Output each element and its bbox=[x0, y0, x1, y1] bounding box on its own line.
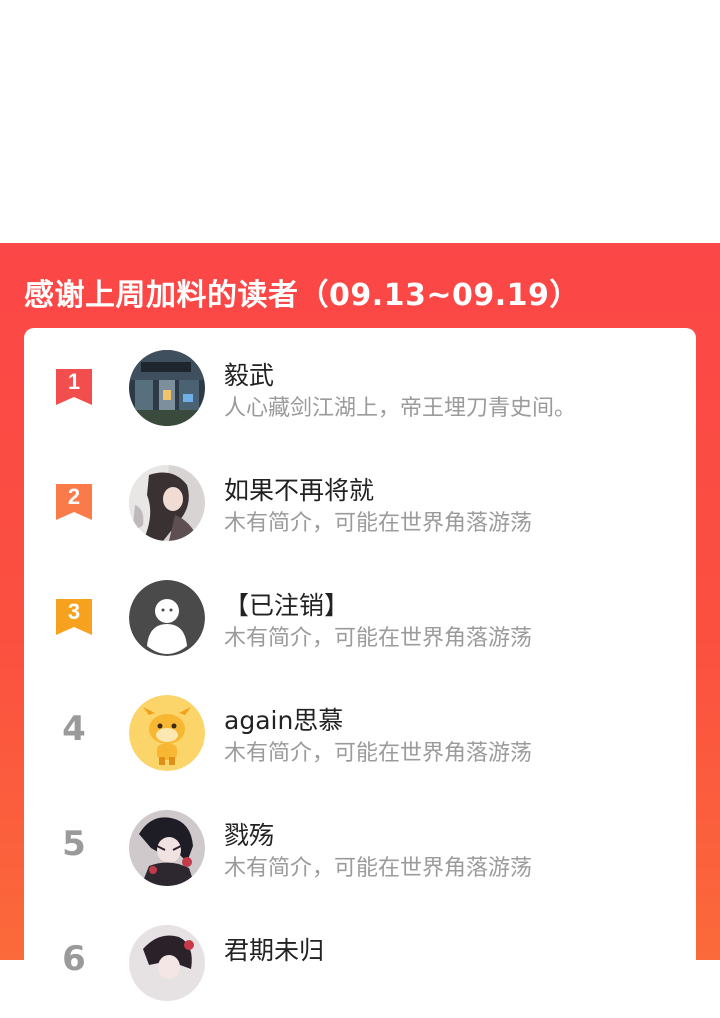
anime-figure-avatar[interactable] bbox=[129, 465, 205, 541]
reader-bio: 木有简介，可能在世界角落游荡 bbox=[224, 626, 533, 651]
rank-number-4: 4 bbox=[62, 709, 86, 749]
rank-badge-2: 2 bbox=[54, 482, 94, 522]
rank-badge-1: 1 bbox=[54, 367, 94, 407]
reader-name[interactable]: again思慕 bbox=[224, 701, 343, 737]
list-item[interactable]: 5 戮殇 木有简介，可能在世界角落游荡 bbox=[24, 788, 696, 903]
list-item[interactable]: 3 【已注销】 木有简介，可能在世界角落游荡 bbox=[24, 558, 696, 673]
rank-number-5: 5 bbox=[62, 824, 86, 864]
reader-name[interactable]: 毅武 bbox=[224, 356, 274, 392]
svg-text:1: 1 bbox=[68, 369, 80, 394]
reader-name[interactable]: 君期未归 bbox=[224, 931, 324, 967]
list-item[interactable]: 4 again思慕 木有简介，可能在世界角落游荡 bbox=[24, 673, 696, 788]
top-blank-area bbox=[0, 0, 720, 243]
list-item[interactable]: 6 君期未归 bbox=[24, 903, 696, 1018]
anime-character-avatar[interactable] bbox=[129, 925, 205, 1001]
cartoon-calf-avatar[interactable] bbox=[129, 695, 205, 771]
reader-bio: 木有简介，可能在世界角落游荡 bbox=[224, 511, 533, 536]
reader-bio: 人心藏剑江湖上，帝王埋刀青史间。 bbox=[224, 396, 577, 421]
anime-character-avatar[interactable] bbox=[129, 810, 205, 886]
reader-bio: 木有简介，可能在世界角落游荡 bbox=[224, 856, 533, 881]
rank-number-6: 6 bbox=[62, 939, 86, 979]
reader-name[interactable]: 戮殇 bbox=[224, 816, 274, 852]
rank-badge-3: 3 bbox=[54, 597, 94, 637]
list-item[interactable]: 2 如果不再将就 木有简介，可能在世界角落游荡 bbox=[24, 443, 696, 558]
reader-name[interactable]: 如果不再将就 bbox=[224, 471, 374, 507]
svg-text:3: 3 bbox=[68, 599, 80, 624]
reader-name[interactable]: 【已注销】 bbox=[224, 586, 349, 622]
night-street-avatar[interactable] bbox=[129, 350, 205, 426]
panel-title: 感谢上周加料的读者（09.13~09.19） bbox=[24, 278, 580, 313]
reader-bio: 木有简介，可能在世界角落游荡 bbox=[224, 741, 533, 766]
list-item[interactable]: 1 毅武 人心藏剑江湖上，帝王埋刀青史间。 bbox=[24, 328, 696, 443]
svg-text:2: 2 bbox=[68, 484, 80, 509]
reader-list-card: 1 毅武 人心藏剑江湖上，帝王埋刀青史间。 2 如果不再将就 木有简介，可能在世… bbox=[24, 328, 696, 1001]
default-user-avatar[interactable] bbox=[129, 580, 205, 656]
